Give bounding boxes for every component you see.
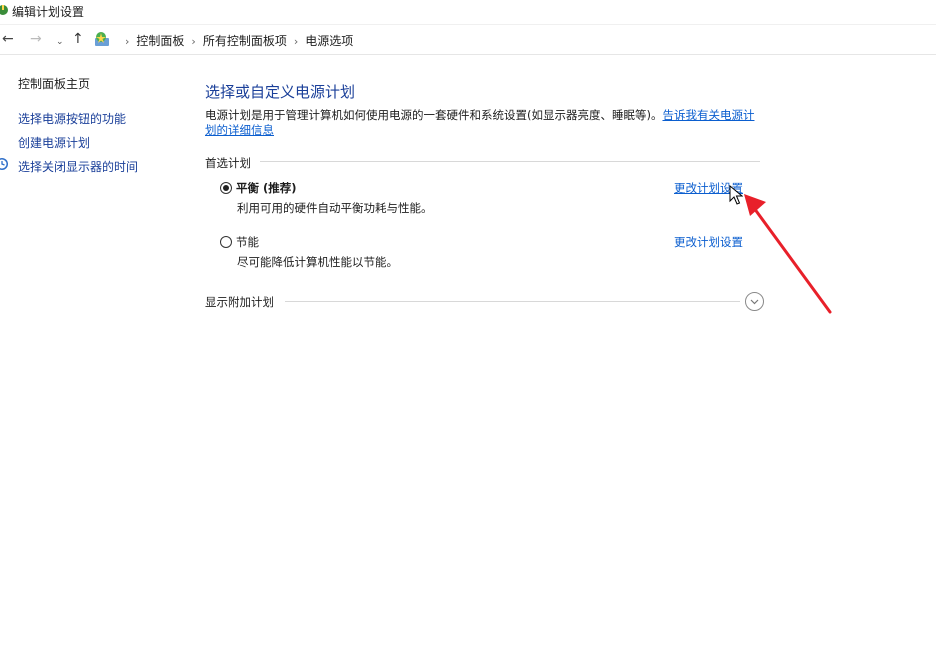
clock-icon (0, 158, 8, 170)
control-panel-icon[interactable] (93, 30, 111, 48)
show-additional-plans-label[interactable]: 显示附加计划 (205, 294, 274, 310)
divider (285, 301, 740, 302)
plan-power-saver-desc: 尽可能降低计算机性能以节能。 (237, 255, 398, 269)
breadcrumb-control-panel[interactable]: 控制面板 (136, 32, 184, 49)
forward-arrow-icon[interactable]: → (30, 31, 42, 47)
page-title: 选择或自定义电源计划 (205, 83, 356, 101)
description-text: 电源计划是用于管理计算机如何使用电源的一套硬件和系统设置(如显示器亮度、睡眠等)… (205, 108, 663, 122)
breadcrumb: › 控制面板 › 所有控制面板项 › 电源选项 (118, 32, 353, 49)
breadcrumb-power-options[interactable]: 电源选项 (305, 32, 353, 49)
breadcrumb-separator: › (293, 35, 299, 48)
plan-power-saver-change-settings-link[interactable]: 更改计划设置 (674, 234, 743, 250)
power-options-icon (0, 5, 8, 15)
annotation-arrow-icon (744, 194, 832, 314)
plan-power-saver-radio[interactable] (220, 236, 232, 248)
sidebar-control-panel-home[interactable]: 控制面板主页 (18, 75, 90, 92)
plan-power-saver-name[interactable]: 节能 (236, 234, 259, 250)
breadcrumb-separator: › (125, 35, 130, 48)
plan-balanced-name[interactable]: 平衡 (推荐) (236, 180, 297, 196)
sidebar-item-create-plan[interactable]: 创建电源计划 (18, 134, 90, 151)
breadcrumb-separator: › (191, 35, 196, 48)
divider (260, 161, 760, 162)
plan-balanced-radio[interactable] (220, 182, 232, 194)
recent-locations-chevron-icon[interactable]: ⌄ (56, 34, 64, 50)
radio-selected-dot (223, 185, 229, 191)
window-title: 编辑计划设置 (12, 5, 85, 19)
sidebar-item-power-button[interactable]: 选择电源按钮的功能 (18, 110, 126, 127)
preferred-plans-label: 首选计划 (205, 156, 251, 170)
page-description: 电源计划是用于管理计算机如何使用电源的一套硬件和系统设置(如显示器亮度、睡眠等)… (205, 108, 765, 138)
address-bar: ← → ⌄ ↑ › 控制面板 › 所有控制面板项 › 电源选项 (0, 25, 936, 55)
plan-balanced-desc: 利用可用的硬件自动平衡功耗与性能。 (237, 201, 433, 215)
sidebar-item-display-off-time[interactable]: 选择关闭显示器的时间 (18, 158, 138, 175)
up-arrow-icon[interactable]: ↑ (72, 31, 84, 47)
breadcrumb-all-items[interactable]: 所有控制面板项 (203, 32, 287, 49)
back-arrow-icon[interactable]: ← (2, 31, 14, 47)
title-bar: 编辑计划设置 (0, 0, 936, 25)
